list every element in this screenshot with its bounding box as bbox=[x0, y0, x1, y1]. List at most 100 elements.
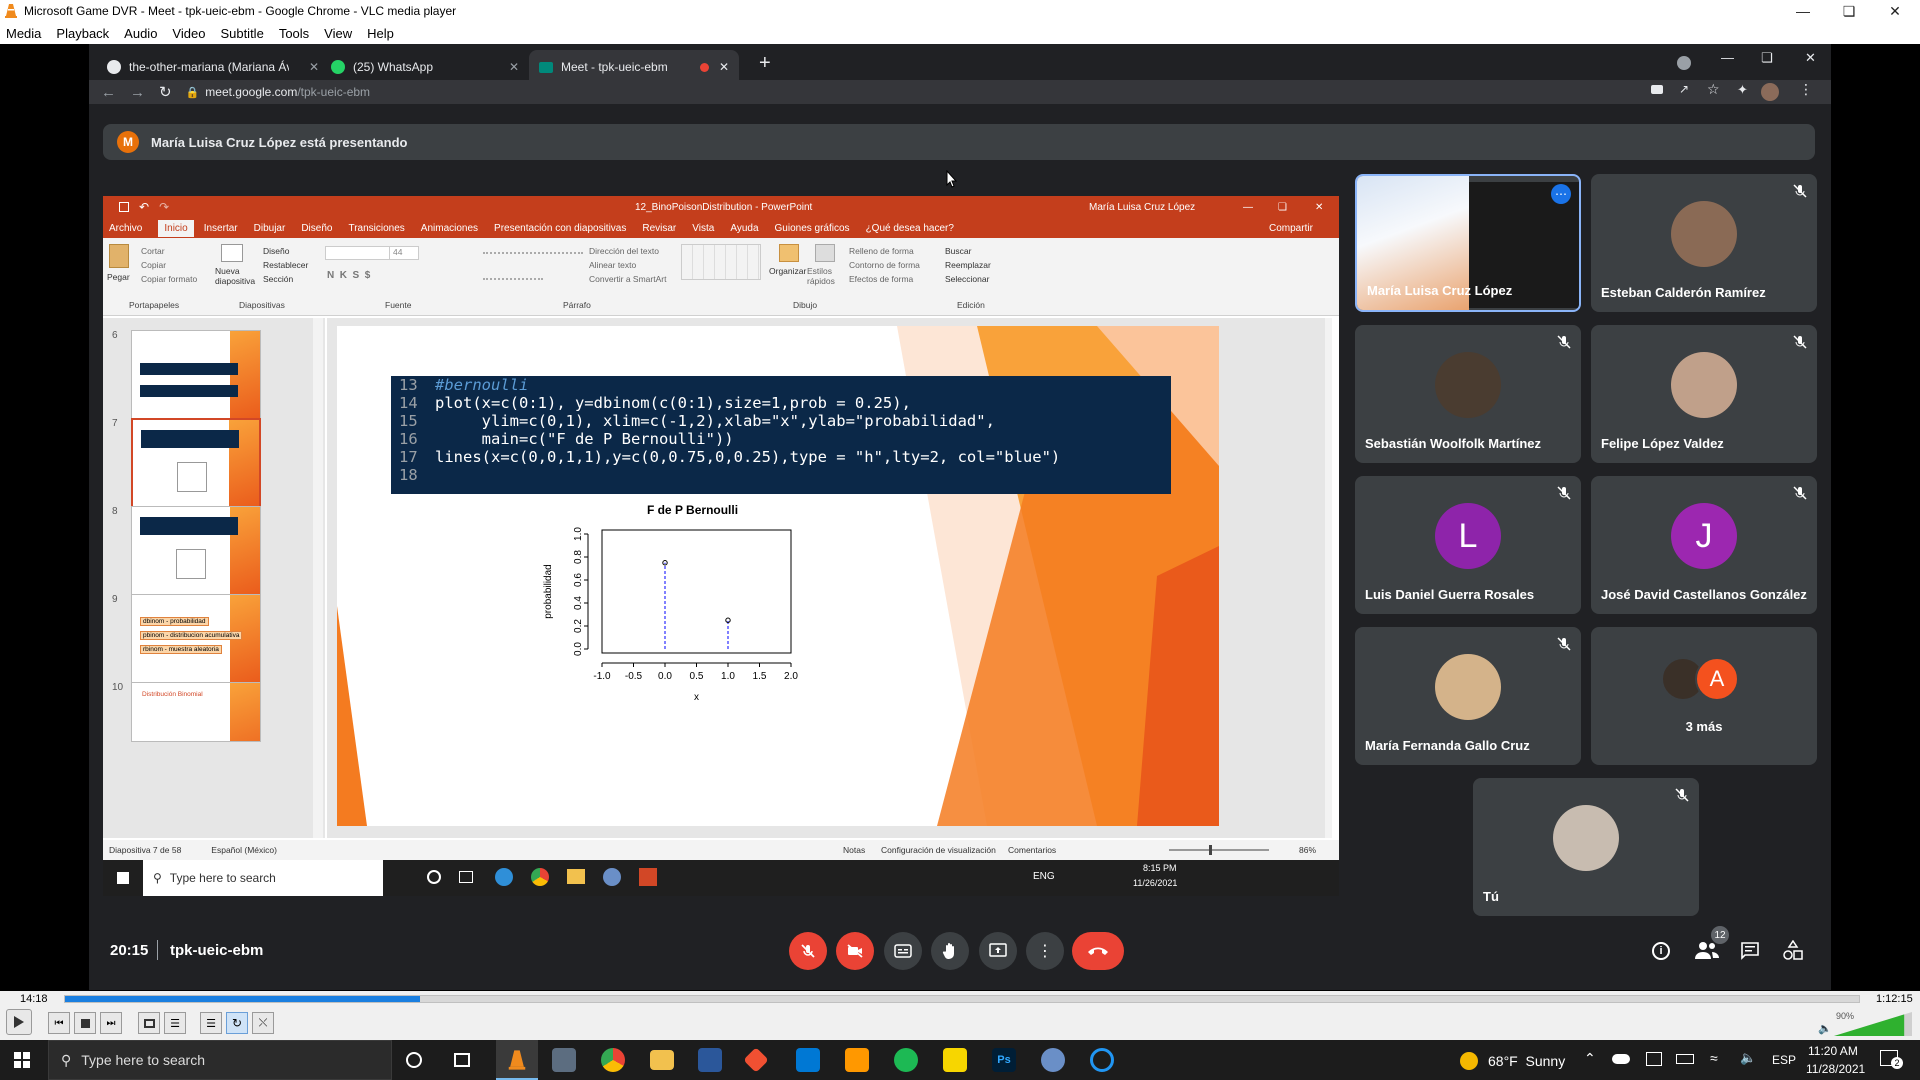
stop-button[interactable] bbox=[74, 1012, 96, 1034]
tab-diseno[interactable]: Diseño bbox=[301, 223, 332, 234]
text-direction-button[interactable]: Dirección del texto bbox=[589, 246, 659, 256]
shuffle-button[interactable]: ⤬ bbox=[252, 1012, 274, 1034]
new-slide-button[interactable]: Nueva diapositiva bbox=[215, 266, 255, 286]
taskbar-photoshop-icon[interactable]: Ps bbox=[992, 1048, 1016, 1072]
chrome-maximize-button[interactable]: ❏ bbox=[1761, 50, 1773, 66]
participant-tile-luis[interactable]: L Luis Daniel Guerra Rosales bbox=[1355, 476, 1581, 614]
paste-icon[interactable] bbox=[109, 244, 129, 268]
battery-icon[interactable] bbox=[1676, 1054, 1694, 1064]
meeting-details-icon[interactable]: i bbox=[1652, 942, 1670, 960]
close-tab-icon[interactable]: ✕ bbox=[509, 60, 519, 74]
arrange-icon[interactable] bbox=[779, 244, 799, 262]
captions-button[interactable] bbox=[884, 932, 922, 970]
layout-button[interactable]: Diseño bbox=[263, 246, 289, 256]
share-button[interactable]: Compartir bbox=[1269, 223, 1313, 234]
inner-date[interactable]: 11/26/2021 bbox=[1133, 878, 1177, 888]
present-button[interactable] bbox=[979, 932, 1017, 970]
tab-revisar[interactable]: Revisar bbox=[642, 223, 676, 234]
menu-video[interactable]: Video bbox=[172, 26, 205, 41]
tab-ayuda[interactable]: Ayuda bbox=[730, 223, 758, 234]
playlist-button[interactable]: ☰ bbox=[200, 1012, 222, 1034]
quick-styles-button[interactable]: Estilos rápidos bbox=[807, 266, 839, 286]
cut-button[interactable]: Cortar bbox=[141, 246, 165, 256]
chat-button[interactable] bbox=[1740, 942, 1760, 960]
clock-date[interactable]: 11/28/2021 bbox=[1806, 1062, 1865, 1076]
zoom-level[interactable]: 86% bbox=[1299, 845, 1316, 855]
minimize-button[interactable]: — bbox=[1780, 0, 1826, 22]
tab-meet[interactable]: Meet - tpk-ueic-ebm ✕ bbox=[529, 50, 739, 84]
reload-icon[interactable]: ↻ bbox=[159, 83, 172, 101]
tray-icon[interactable] bbox=[1646, 1052, 1662, 1066]
fullscreen-button[interactable] bbox=[138, 1012, 160, 1034]
tab-animaciones[interactable]: Animaciones bbox=[421, 223, 478, 234]
section-button[interactable]: Sección bbox=[263, 274, 293, 284]
find-button[interactable]: Buscar bbox=[945, 246, 971, 256]
mic-toggle-button[interactable] bbox=[789, 932, 827, 970]
previous-button[interactable]: ⏮ bbox=[48, 1012, 70, 1034]
notes-button[interactable]: Notas bbox=[843, 845, 865, 855]
taskbar-explorer-icon[interactable] bbox=[650, 1050, 674, 1070]
task-view-icon[interactable] bbox=[454, 1053, 470, 1067]
star-icon[interactable]: ☆ bbox=[1707, 81, 1720, 98]
participant-tile-presenter[interactable]: ⋯ María Luisa Cruz López bbox=[1355, 174, 1581, 312]
seek-bar[interactable] bbox=[64, 995, 1860, 1003]
canvas-scrollbar[interactable] bbox=[1325, 318, 1332, 838]
loop-button[interactable]: ↻ bbox=[226, 1012, 248, 1034]
leave-call-button[interactable] bbox=[1072, 932, 1124, 970]
inner-time[interactable]: 8:15 PM bbox=[1143, 863, 1177, 873]
explorer-icon[interactable] bbox=[567, 869, 585, 884]
notifications-icon[interactable]: 2 bbox=[1880, 1050, 1903, 1069]
start-icon[interactable] bbox=[117, 872, 129, 884]
ppt-maximize-button[interactable]: ❏ bbox=[1278, 202, 1287, 213]
participant-tile-more[interactable]: A 3 más bbox=[1591, 627, 1817, 765]
share-icon[interactable]: ↗ bbox=[1679, 82, 1689, 96]
url-field[interactable]: meet.google.com/tpk-ueic-ebm bbox=[205, 85, 370, 99]
taskbar-app-icon[interactable] bbox=[552, 1048, 576, 1072]
slide-thumbnail-10[interactable]: Distribución Binomial bbox=[131, 682, 261, 742]
forward-icon[interactable]: → bbox=[130, 84, 145, 101]
format-painter-button[interactable]: Copiar formato bbox=[141, 274, 197, 284]
tab-github[interactable]: the-other-mariana (Mariana Ávalos ✕ bbox=[97, 50, 329, 84]
menu-tools[interactable]: Tools bbox=[279, 26, 309, 41]
people-button[interactable]: 12 bbox=[1695, 926, 1729, 960]
language-indicator[interactable]: ESP bbox=[1772, 1053, 1796, 1067]
slide-thumbnail-8[interactable] bbox=[131, 506, 261, 596]
align-text-button[interactable]: Alinear texto bbox=[589, 260, 636, 270]
activities-button[interactable] bbox=[1783, 940, 1803, 960]
tab-presentacion[interactable]: Presentación con diapositivas bbox=[494, 223, 626, 234]
display-settings-button[interactable]: Configuración de visualización bbox=[881, 845, 996, 855]
inner-lang[interactable]: ENG bbox=[1033, 871, 1055, 882]
slide-thumbnail-7-selected[interactable] bbox=[131, 418, 261, 508]
menu-view[interactable]: View bbox=[324, 26, 352, 41]
reset-button[interactable]: Restablecer bbox=[263, 260, 308, 270]
cortana-icon[interactable] bbox=[406, 1052, 422, 1068]
taskbar-vscode-icon[interactable] bbox=[796, 1048, 820, 1072]
quick-styles-icon[interactable] bbox=[815, 244, 835, 262]
back-icon[interactable]: ← bbox=[101, 84, 116, 101]
replace-button[interactable]: Reemplazar bbox=[945, 260, 991, 270]
taskbar-r-icon[interactable] bbox=[1041, 1048, 1065, 1072]
tab-archivo[interactable]: Archivo bbox=[109, 223, 142, 234]
wifi-icon[interactable]: ≈ bbox=[1710, 1050, 1718, 1066]
edge-icon[interactable] bbox=[495, 868, 513, 886]
taskbar-sublime-icon[interactable] bbox=[845, 1048, 869, 1072]
taskbar-sticky-icon[interactable] bbox=[943, 1048, 967, 1072]
tab-search-icon[interactable] bbox=[1677, 56, 1691, 70]
zoom-slider[interactable] bbox=[1169, 845, 1269, 855]
menu-subtitle[interactable]: Subtitle bbox=[220, 26, 263, 41]
taskbar-chrome-icon[interactable] bbox=[601, 1048, 625, 1072]
close-tab-icon[interactable]: ✕ bbox=[719, 60, 729, 74]
paste-button[interactable]: Pegar bbox=[107, 272, 130, 282]
start-button[interactable] bbox=[14, 1052, 30, 1068]
participant-tile-self[interactable]: Tú bbox=[1473, 778, 1699, 916]
cortana-icon[interactable] bbox=[427, 870, 441, 884]
align-controls[interactable] bbox=[483, 270, 543, 280]
tab-vista[interactable]: Vista bbox=[692, 223, 714, 234]
smartart-button[interactable]: Convertir a SmartArt bbox=[589, 274, 666, 284]
menu-audio[interactable]: Audio bbox=[124, 26, 157, 41]
inner-search-box[interactable]: ⚲ Type here to search bbox=[143, 860, 383, 896]
extended-settings-button[interactable]: ☰ bbox=[164, 1012, 186, 1034]
menu-help[interactable]: Help bbox=[367, 26, 394, 41]
weather-icon[interactable] bbox=[1460, 1052, 1478, 1070]
bold-icon[interactable]: N K S $ bbox=[327, 270, 370, 281]
